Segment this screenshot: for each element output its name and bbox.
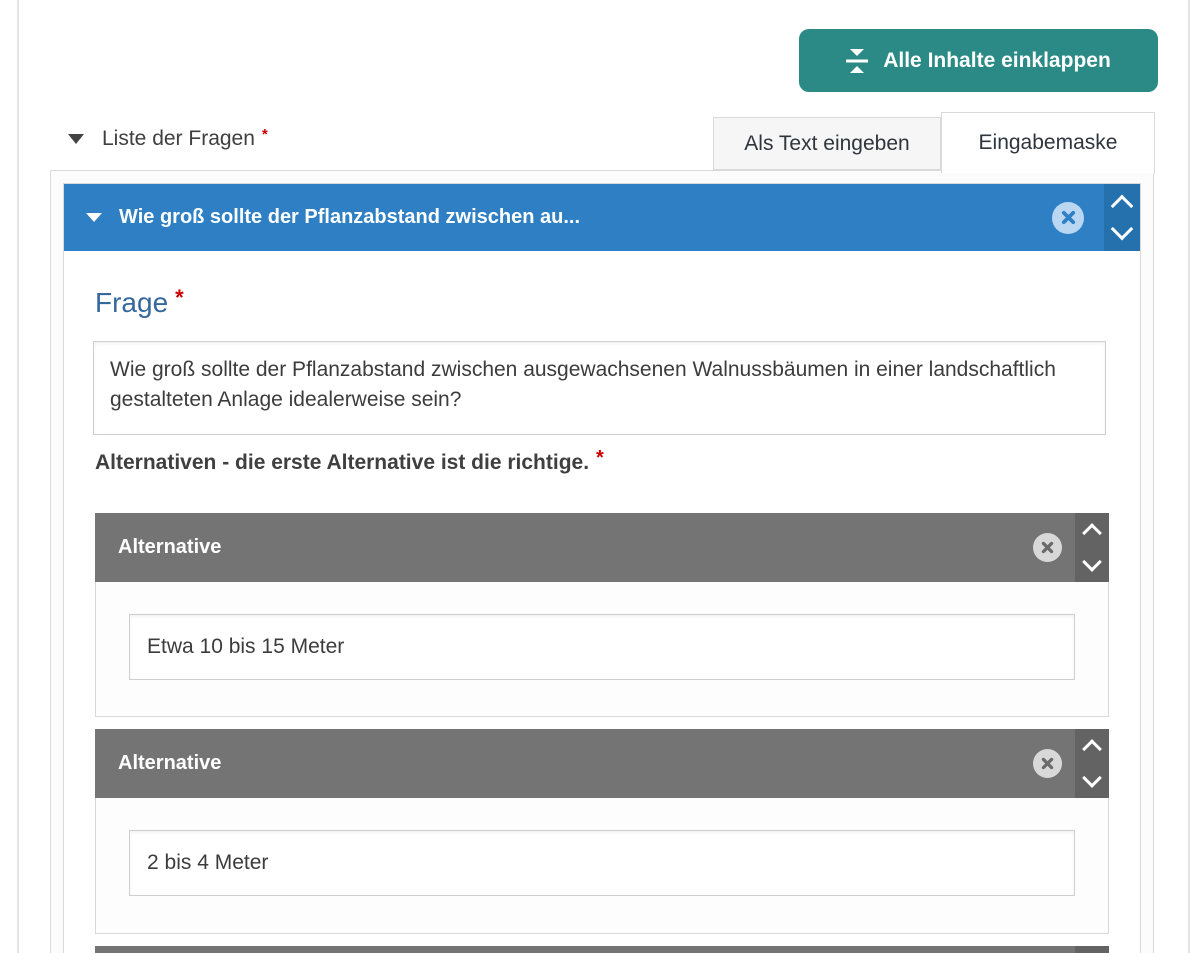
- right-border-line: [1188, 0, 1190, 953]
- required-marker: *: [262, 126, 268, 143]
- required-marker: *: [596, 447, 604, 469]
- question-move-controls: [1104, 184, 1140, 251]
- alternative-input[interactable]: [129, 614, 1075, 680]
- caret-down-icon: [68, 134, 84, 144]
- tab-eingabemaske[interactable]: Eingabemaske: [941, 112, 1155, 173]
- alternatives-label-text: Alternativen - die erste Alternative ist…: [95, 451, 589, 474]
- question-header[interactable]: Wie groß sollte der Pflanzabstand zwisch…: [64, 184, 1140, 251]
- chevron-up-icon[interactable]: [1082, 523, 1102, 543]
- frage-label: Frage *: [95, 287, 184, 319]
- alternative-header-title: Alternative: [118, 752, 1023, 775]
- alternative-header[interactable]: Alternative: [95, 946, 1109, 953]
- question-header-main[interactable]: Wie groß sollte der Pflanzabstand zwisch…: [64, 184, 1040, 251]
- alternative-close-icon[interactable]: [1033, 533, 1062, 562]
- alternative-header-title: Alternative: [118, 536, 1023, 559]
- alternative-move-controls: [1075, 946, 1109, 953]
- caret-down-icon: [86, 213, 102, 222]
- section-label: Liste der Fragen: [102, 127, 255, 151]
- page-container: Alle Inhalte einklappen Liste der Fragen…: [0, 0, 1200, 953]
- collapse-all-button-label: Alle Inhalte einklappen: [883, 49, 1111, 73]
- question-close-icon[interactable]: [1052, 202, 1084, 234]
- alternative-header[interactable]: Alternative: [95, 729, 1109, 798]
- frage-textarea[interactable]: Wie groß sollte der Pflanzabstand zwisch…: [93, 341, 1106, 435]
- alternative-header[interactable]: Alternative: [95, 513, 1109, 582]
- frage-label-text: Frage: [95, 287, 168, 318]
- alternative-item-2: Alternative: [95, 729, 1109, 934]
- alternative-move-controls: [1075, 729, 1109, 798]
- section-toggle-liste-der-fragen[interactable]: Liste der Fragen *: [68, 124, 268, 154]
- chevron-up-icon[interactable]: [1111, 195, 1134, 218]
- alternative-body: [95, 798, 1109, 934]
- alternative-item-1: Alternative: [95, 513, 1109, 717]
- tab-label: Eingabemaske: [979, 131, 1118, 155]
- required-marker: *: [175, 285, 184, 310]
- tab-als-text-eingeben[interactable]: Als Text eingeben: [713, 117, 941, 170]
- alternative-body: [95, 582, 1109, 717]
- question-header-title: Wie groß sollte der Pflanzabstand zwisch…: [119, 206, 580, 229]
- tab-label: Als Text eingeben: [744, 132, 909, 156]
- chevron-up-icon[interactable]: [1082, 739, 1102, 759]
- alternative-close-icon[interactable]: [1033, 749, 1062, 778]
- alternatives-label: Alternativen - die erste Alternative ist…: [95, 451, 604, 475]
- collapse-all-button[interactable]: Alle Inhalte einklappen: [799, 29, 1158, 92]
- collapse-vertical-icon: [846, 48, 868, 74]
- chevron-down-icon[interactable]: [1082, 768, 1102, 788]
- chevron-down-icon[interactable]: [1082, 552, 1102, 572]
- alternative-move-controls: [1075, 513, 1109, 582]
- question-item: Wie groß sollte der Pflanzabstand zwisch…: [63, 183, 1141, 953]
- liste-der-fragen-panel: Wie groß sollte der Pflanzabstand zwisch…: [50, 170, 1154, 953]
- chevron-down-icon[interactable]: [1111, 218, 1134, 241]
- alternative-input[interactable]: [129, 830, 1075, 896]
- left-border-line: [17, 0, 19, 953]
- alternative-item-3: Alternative: [95, 946, 1109, 953]
